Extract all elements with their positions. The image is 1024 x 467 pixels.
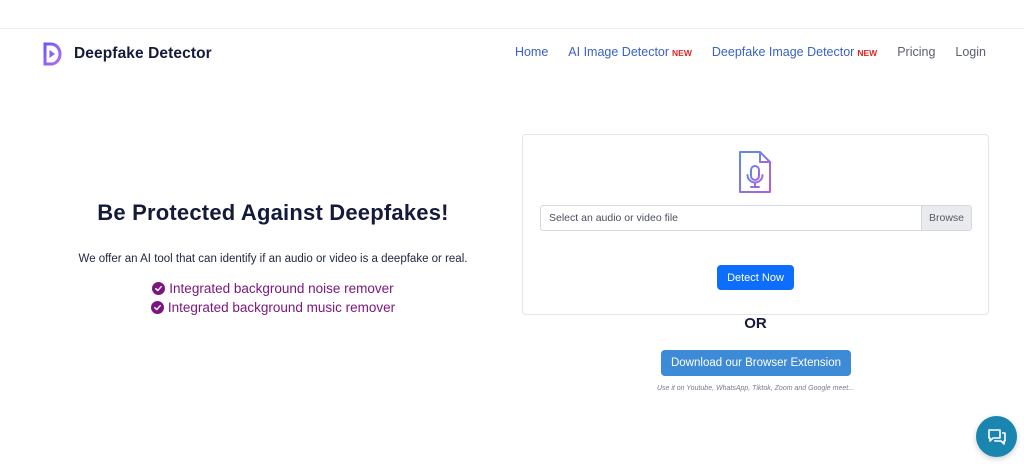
upload-card: Select an audio or video file Browse Det… [522,134,989,315]
chat-bubbles-icon [987,428,1006,445]
nav-ai-image-detector-label: AI Image Detector [568,45,670,59]
extension-note: Use it on Youtube, WhatsApp, Tiktok, Zoo… [656,385,855,392]
chat-button[interactable] [976,416,1017,457]
brand-name: Deepfake Detector [74,45,212,62]
feature-item: Integrated background music remover [40,298,506,317]
check-circle-icon [150,301,164,314]
play-d-logo-icon [43,42,62,66]
feature-list: Integrated background noise remover Inte… [40,279,506,317]
nav-ai-image-detector[interactable]: AI Image Detector NEW [568,45,692,59]
new-badge: NEW [857,48,878,58]
nav-home-label: Home [514,45,549,59]
nav-pricing[interactable]: Pricing [897,45,935,59]
download-extension-button[interactable]: Download our Browser Extension [661,350,851,376]
feature-item: Integrated background noise remover [40,279,506,298]
detect-now-button[interactable]: Detect Now [717,265,794,290]
feature-text: Integrated background noise remover [169,281,394,296]
nav-deepfake-image-detector-label: Deepfake Image Detector [711,45,855,59]
brand[interactable]: Deepfake Detector [42,41,212,67]
top-strip [0,0,1024,29]
new-badge: NEW [672,48,692,58]
nav-login-label: Login [955,45,986,59]
nav-home[interactable]: Home [515,45,548,59]
hero-title: Be Protected Against Deepfakes! [97,200,449,225]
nav-pricing-label: Pricing [897,45,936,59]
file-input[interactable]: Select an audio or video file Browse [540,205,972,231]
nav-links: Home AI Image Detector NEW Deepfake Image… [495,45,986,59]
or-divider: OR [744,315,767,332]
audio-file-icon [739,151,771,193]
file-input-placeholder: Select an audio or video file [549,212,678,224]
navbar: Deepfake Detector Home AI Image Detector… [0,29,1024,81]
hero-subtitle: We offer an AI tool that can identify if… [78,253,468,265]
nav-login[interactable]: Login [955,45,986,59]
hero-section: Be Protected Against Deepfakes! We offer… [40,200,506,317]
nav-deepfake-image-detector[interactable]: Deepfake Image Detector NEW [712,45,877,59]
feature-text: Integrated background music remover [167,300,396,315]
browse-button[interactable]: Browse [921,206,971,230]
check-circle-icon [152,282,166,295]
